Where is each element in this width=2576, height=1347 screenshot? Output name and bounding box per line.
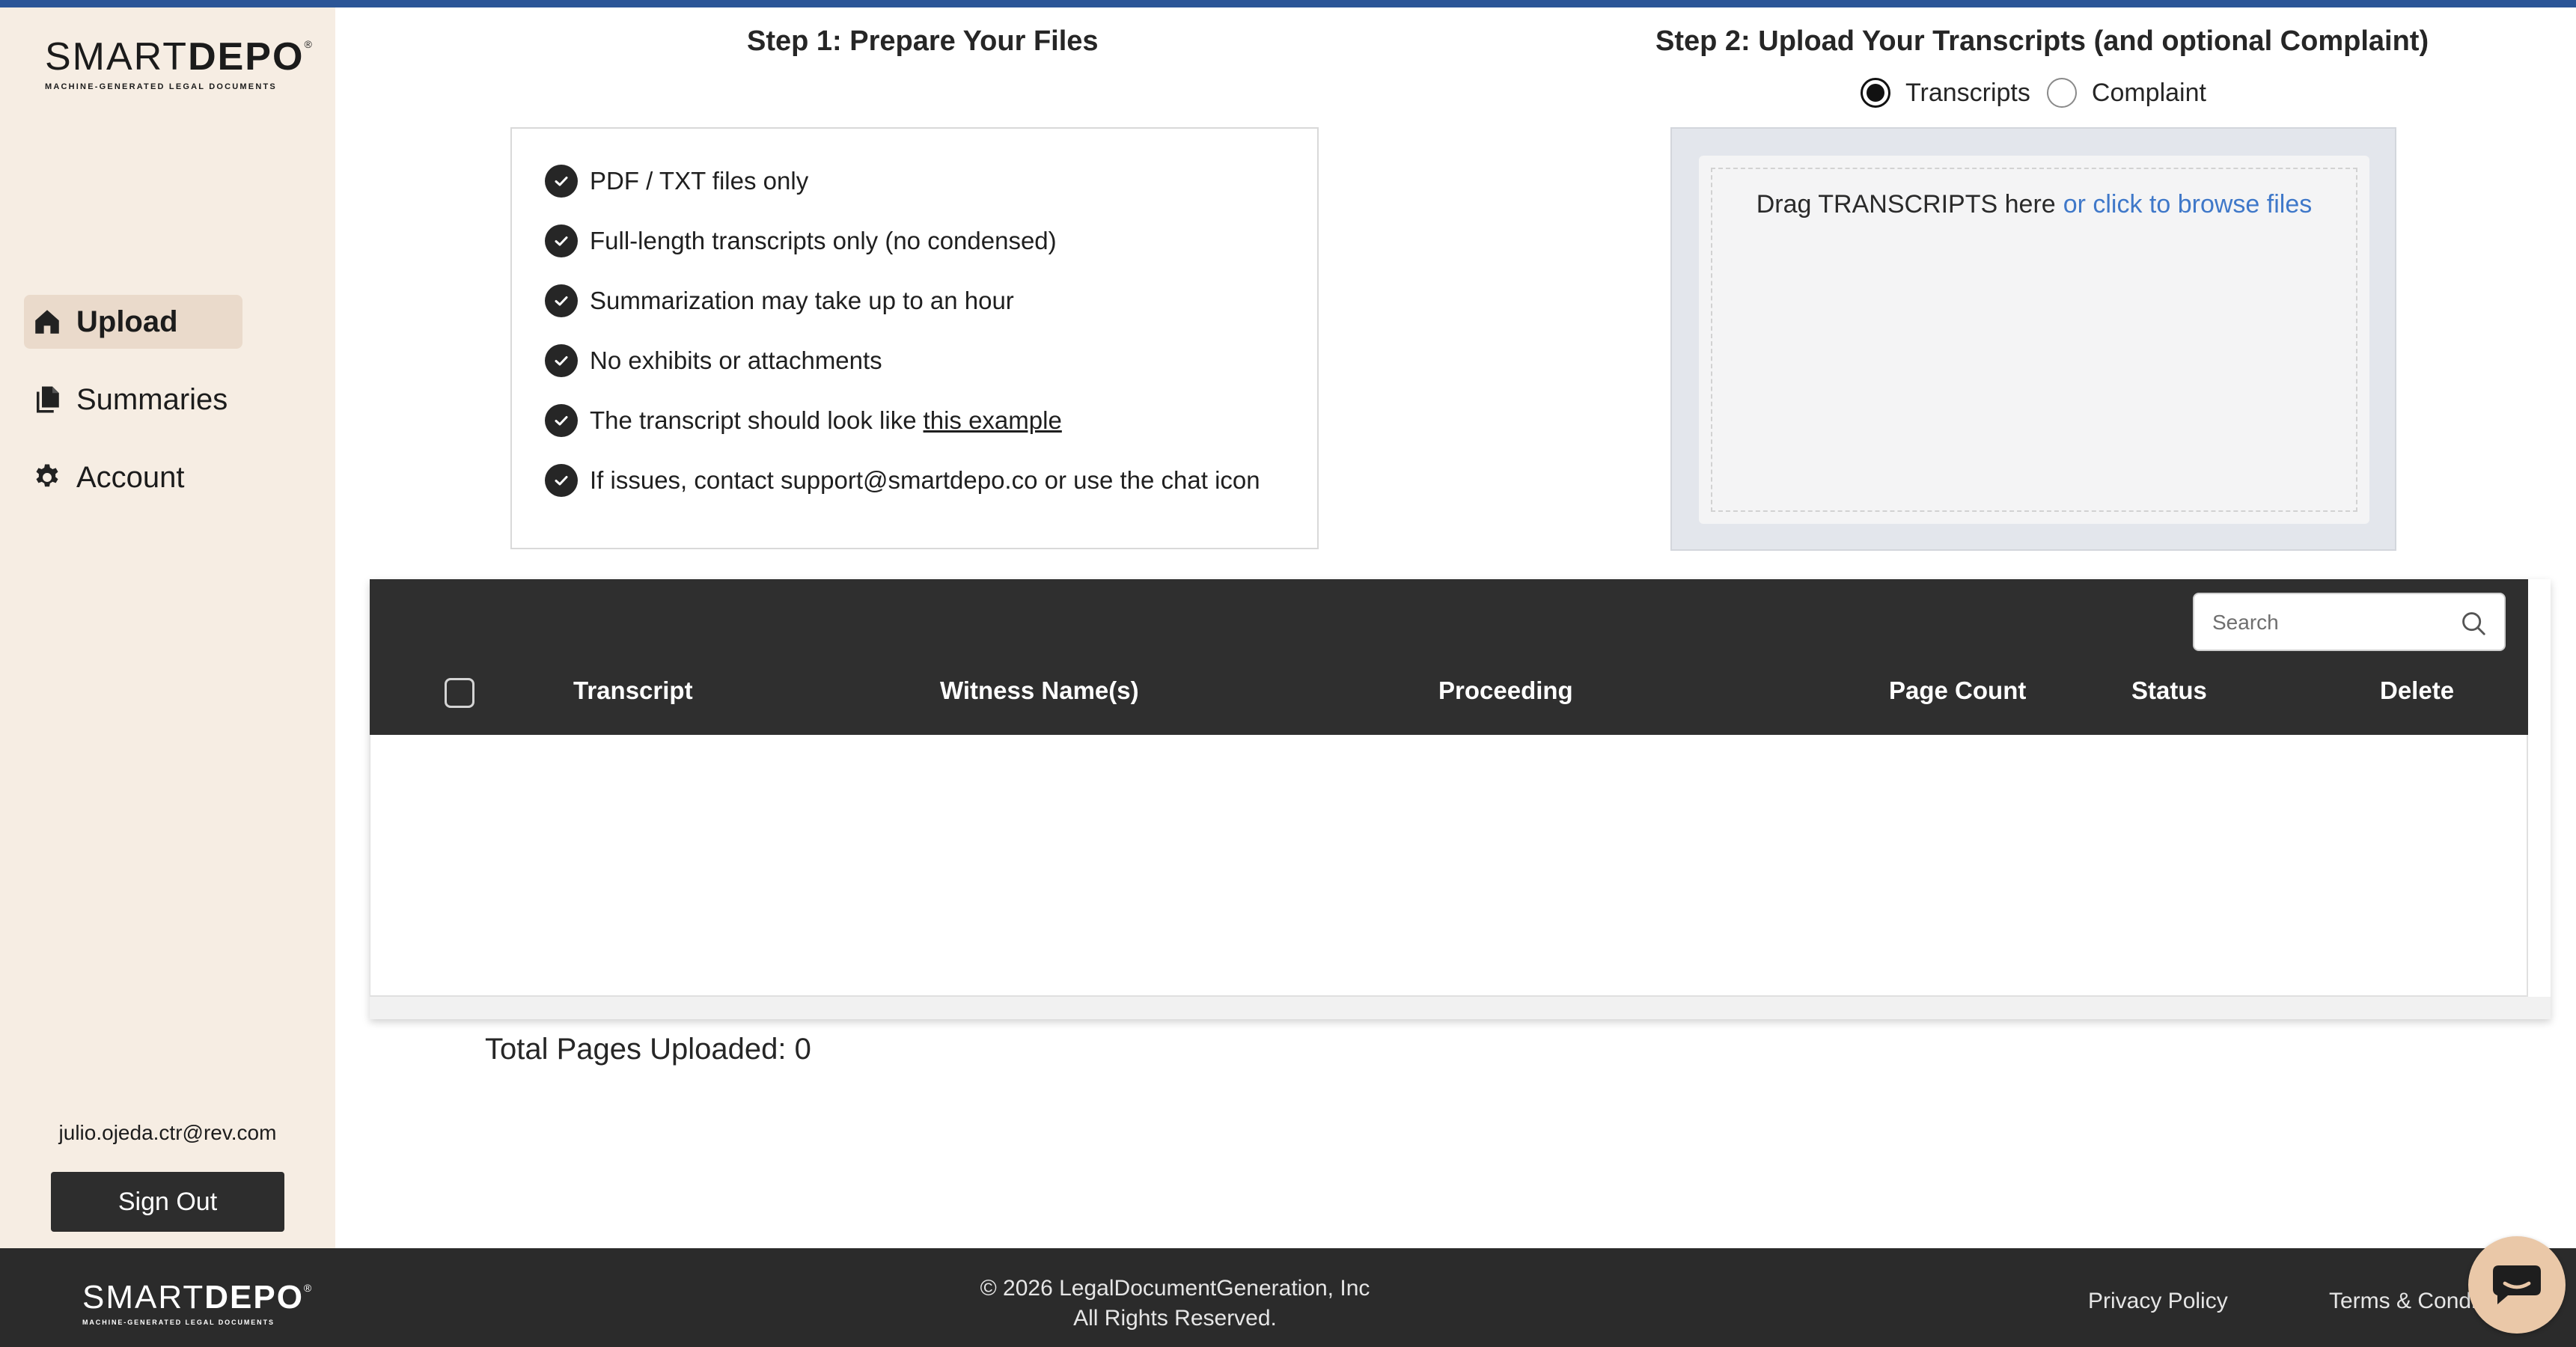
column-header-proceeding[interactable]: Proceeding — [1438, 676, 1573, 705]
checklist-item: No exhibits or attachments — [545, 344, 882, 377]
sidebar: SMARTDEPO® MACHINE-GENERATED LEGAL DOCUM… — [0, 7, 335, 1248]
column-header-transcript[interactable]: Transcript — [573, 676, 693, 705]
privacy-policy-link[interactable]: Privacy Policy — [2088, 1289, 2228, 1314]
sidebar-item-summaries[interactable]: Summaries — [24, 373, 241, 427]
top-accent-bar — [0, 0, 2576, 7]
check-circle-icon — [545, 165, 578, 198]
file-dropzone[interactable]: Drag TRANSCRIPTS here or click to browse … — [1670, 127, 2396, 551]
column-header-witness-names[interactable]: Witness Name(s) — [940, 676, 1139, 705]
step1-title: Step 1: Prepare Your Files — [747, 25, 1099, 57]
transcripts-radio[interactable] — [1861, 78, 1890, 108]
checklist-item: The transcript should look like this exa… — [545, 404, 1062, 437]
transcripts-radio-label[interactable]: Transcripts — [1905, 79, 2030, 108]
check-circle-icon — [545, 344, 578, 377]
complaint-radio[interactable] — [2046, 78, 2077, 108]
complaint-radio-label[interactable]: Complaint — [2092, 79, 2206, 108]
search-input[interactable] — [2212, 608, 2437, 638]
logo-tagline: MACHINE-GENERATED LEGAL DOCUMENTS — [82, 1319, 275, 1326]
footer: SMARTDEPO® MACHINE-GENERATED LEGAL DOCUM… — [0, 1248, 2576, 1347]
sidebar-logo[interactable]: SMARTDEPO® MACHINE-GENERATED LEGAL DOCUM… — [45, 37, 312, 91]
sidebar-item-label: Account — [76, 460, 185, 494]
gear-icon — [36, 464, 58, 487]
documents-icon — [37, 386, 59, 413]
sidebar-item-label: Upload — [76, 305, 178, 338]
dropzone-instructions: Drag TRANSCRIPTS here or click to browse … — [1756, 190, 2313, 219]
step2-title: Step 2: Upload Your Transcripts (and opt… — [1655, 25, 2429, 57]
total-pages-uploaded: Total Pages Uploaded: 0 — [485, 1033, 811, 1066]
sidebar-item-account[interactable]: Account — [24, 450, 198, 504]
chat-bubble-icon — [2493, 1265, 2541, 1304]
sidebar-item-label: Summaries — [76, 382, 228, 416]
chat-button[interactable] — [2468, 1236, 2566, 1334]
table-header: Transcript Witness Name(s) Proceeding Pa… — [370, 579, 2528, 735]
column-header-page-count[interactable]: Page Count — [1889, 676, 2026, 705]
column-header-status[interactable]: Status — [2131, 676, 2207, 705]
select-all-checkbox[interactable] — [445, 678, 474, 708]
check-circle-icon — [545, 224, 578, 257]
upload-type-radio-group: Transcripts Complaint — [1861, 78, 2223, 108]
home-icon — [35, 310, 59, 334]
logo-tagline: MACHINE-GENERATED LEGAL DOCUMENTS — [45, 82, 277, 91]
table-body — [370, 735, 2528, 997]
example-link[interactable]: this example — [924, 406, 1062, 435]
transcripts-table: Transcript Witness Name(s) Proceeding Pa… — [370, 579, 2551, 1019]
check-circle-icon — [545, 284, 578, 317]
checklist-item: Full-length transcripts only (no condens… — [545, 224, 1057, 257]
check-circle-icon — [545, 464, 578, 497]
sign-out-button[interactable]: Sign Out — [51, 1172, 284, 1232]
footer-logo[interactable]: SMARTDEPO® MACHINE-GENERATED LEGAL DOCUM… — [82, 1281, 311, 1327]
column-header-delete[interactable]: Delete — [2380, 676, 2454, 705]
requirements-checklist: PDF / TXT files only Full-length transcr… — [510, 127, 1319, 549]
copyright: © 2026 LegalDocumentGeneration, Inc All … — [980, 1276, 1370, 1331]
user-email: julio.ojeda.ctr@rev.com — [58, 1121, 277, 1144]
sidebar-item-upload[interactable]: Upload — [24, 295, 242, 349]
checklist-item: PDF / TXT files only — [545, 165, 808, 198]
table-scrollbar[interactable] — [370, 997, 2551, 1019]
checklist-item: Summarization may take up to an hour — [545, 284, 1014, 317]
browse-files-link[interactable]: or click to browse files — [2063, 190, 2313, 219]
search-icon[interactable] — [2459, 609, 2488, 638]
check-circle-icon — [545, 404, 578, 437]
checklist-item: If issues, contact support@smartdepo.co … — [545, 464, 1260, 497]
search-box[interactable] — [2193, 593, 2506, 651]
